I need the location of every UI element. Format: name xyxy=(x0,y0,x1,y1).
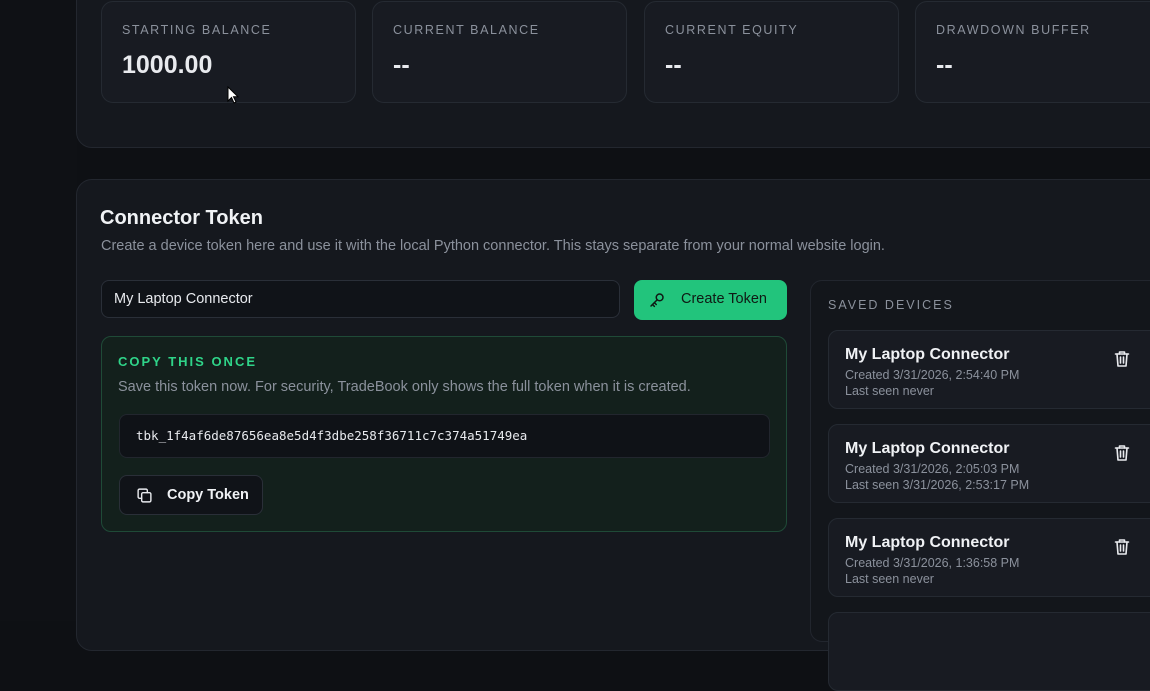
device-last-seen: Last seen never xyxy=(845,384,934,398)
trash-icon[interactable] xyxy=(1114,350,1130,368)
connector-name-input[interactable] xyxy=(101,280,620,318)
stat-current-equity: CURRENT EQUITY -- xyxy=(644,1,899,103)
device-name: My Laptop Connector xyxy=(845,534,1010,551)
saved-devices-panel: SAVED DEVICES My Laptop Connector Create… xyxy=(810,280,1150,691)
trash-icon[interactable] xyxy=(1114,444,1130,462)
device-name: My Laptop Connector xyxy=(845,346,1010,363)
device-last-seen: Last seen never xyxy=(845,572,934,586)
trash-icon[interactable] xyxy=(1114,538,1130,556)
stat-value: 1000.00 xyxy=(122,51,213,79)
device-card xyxy=(828,612,1150,691)
stat-label: CURRENT BALANCE xyxy=(393,23,540,37)
copy-token-label: Copy Token xyxy=(167,487,249,503)
device-last-seen: Last seen 3/31/2026, 2:53:17 PM xyxy=(845,478,1030,492)
copy-once-heading: COPY THIS ONCE xyxy=(118,354,258,369)
copy-token-button[interactable]: Copy Token xyxy=(119,475,263,515)
device-created: Created 3/31/2026, 2:54:40 PM xyxy=(845,368,1020,382)
create-token-label: Create Token xyxy=(681,291,767,307)
device-created: Created 3/31/2026, 1:36:58 PM xyxy=(845,556,1020,570)
stat-label: STARTING BALANCE xyxy=(122,23,272,37)
token-reveal-box: COPY THIS ONCE Save this token now. For … xyxy=(101,336,787,532)
device-card: My Laptop Connector Created 3/31/2026, 2… xyxy=(828,330,1150,409)
stat-value: -- xyxy=(665,51,682,79)
mouse-cursor-icon xyxy=(227,85,240,109)
token-value[interactable]: tbk_1f4af6de87656ea8e5d4f3dbe258f36711c7… xyxy=(119,414,770,458)
copy-once-description: Save this token now. For security, Trade… xyxy=(118,379,691,395)
key-icon xyxy=(648,291,666,313)
saved-devices-heading: SAVED DEVICES xyxy=(828,298,954,312)
copy-icon xyxy=(136,487,153,508)
device-created: Created 3/31/2026, 2:05:03 PM xyxy=(845,462,1020,476)
left-gutter xyxy=(0,0,77,621)
stat-label: DRAWDOWN BUFFER xyxy=(936,23,1091,37)
section-subtitle: Create a device token here and use it wi… xyxy=(101,238,885,254)
balance-panel: STARTING BALANCE 1000.00 CURRENT BALANCE… xyxy=(76,0,1150,148)
device-card: My Laptop Connector Created 3/31/2026, 2… xyxy=(828,424,1150,503)
section-title: Connector Token xyxy=(100,207,263,229)
device-name: My Laptop Connector xyxy=(845,440,1010,457)
stat-value: -- xyxy=(936,51,953,79)
stat-current-balance: CURRENT BALANCE -- xyxy=(372,1,627,103)
stat-drawdown-buffer: DRAWDOWN BUFFER -- xyxy=(915,1,1150,103)
stat-value: -- xyxy=(393,51,410,79)
device-card: My Laptop Connector Created 3/31/2026, 1… xyxy=(828,518,1150,597)
create-token-button[interactable]: Create Token xyxy=(634,280,787,320)
stat-label: CURRENT EQUITY xyxy=(665,23,799,37)
